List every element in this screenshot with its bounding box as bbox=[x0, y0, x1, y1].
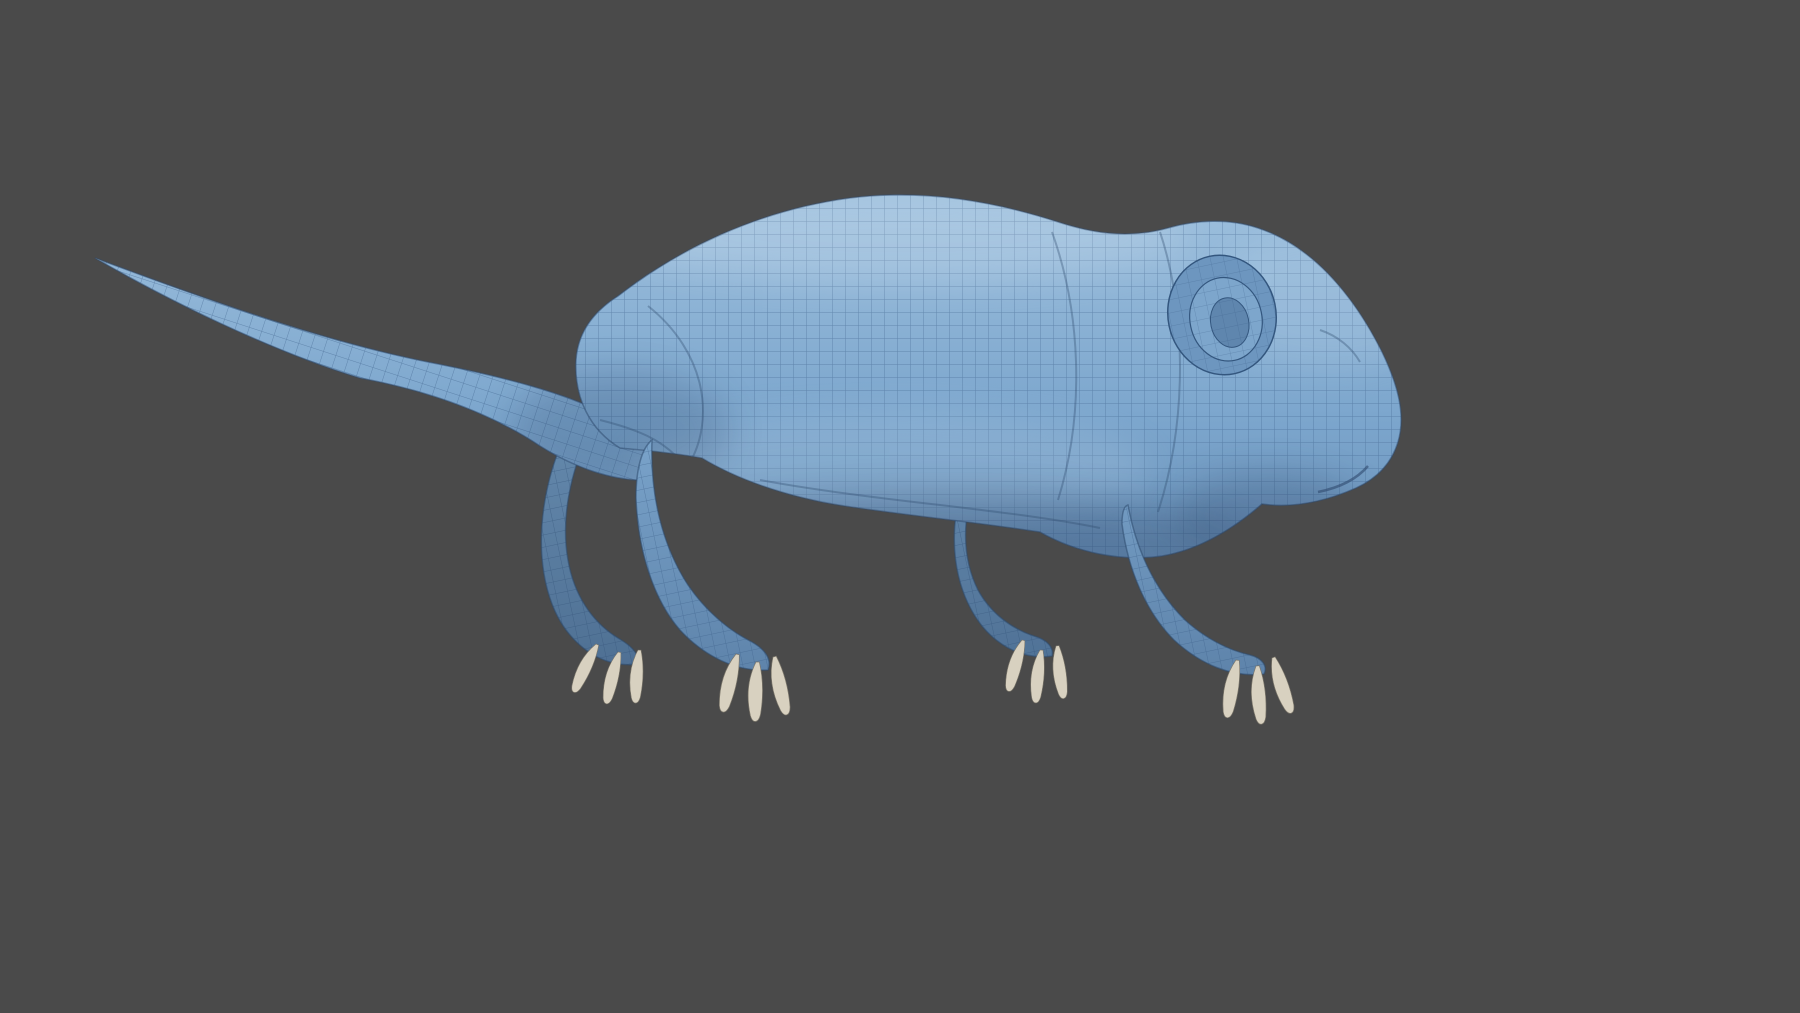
viewport-canvas[interactable] bbox=[0, 0, 1800, 1013]
3d-viewport[interactable] bbox=[0, 0, 1800, 1013]
